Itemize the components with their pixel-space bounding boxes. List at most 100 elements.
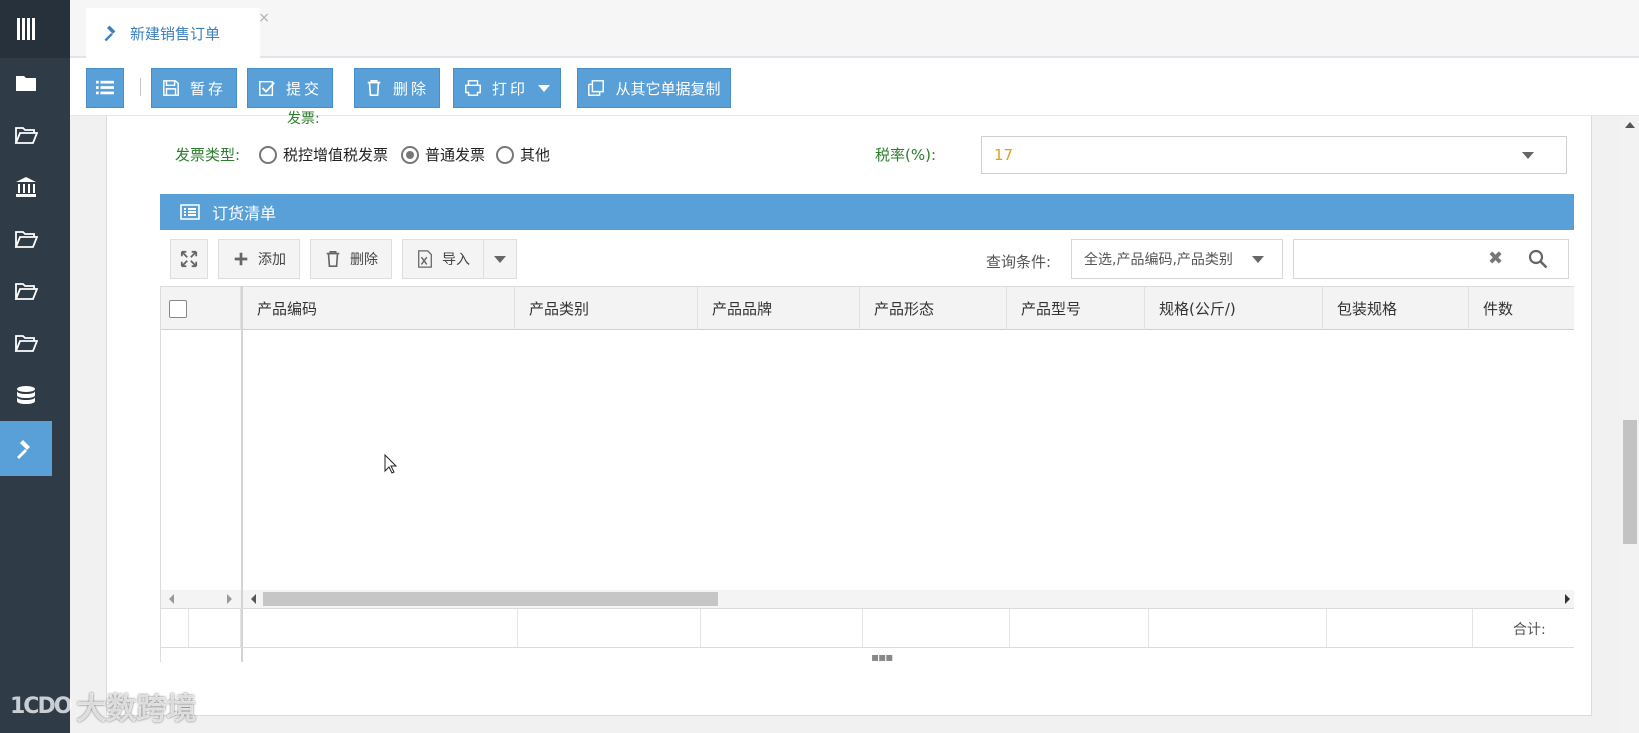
delete-button[interactable]: 删除 — [354, 68, 440, 108]
caret-down-icon — [1522, 152, 1534, 159]
order-list-header: 订货清单 — [160, 194, 1574, 230]
printer-icon — [465, 80, 481, 96]
page-vertical-scrollbar[interactable] — [1621, 116, 1639, 733]
column-header-product-model[interactable]: 产品型号 — [1007, 287, 1145, 330]
invoice-option-normal[interactable]: 普通发票 — [401, 144, 485, 165]
caret-down-icon — [494, 255, 506, 263]
toolbar-divider — [140, 78, 141, 96]
search-field: ✖ — [1293, 239, 1569, 279]
resize-grip-icon[interactable]: ▪▪▪ — [871, 650, 893, 662]
vertical-scroll-thumb[interactable] — [1623, 420, 1637, 544]
order-form-panel: 发票: 发票类型: 税控增值税发票 普通发票 其他 税率(%): 17 订货清单 — [106, 111, 1592, 716]
invoice-option-label: 其他 — [520, 146, 551, 164]
copy-icon — [588, 80, 605, 96]
close-icon[interactable]: × — [258, 10, 270, 26]
column-header-spec[interactable]: 规格(公斤/) — [1145, 287, 1323, 330]
order-items-table: 产品编码 产品类别 产品品牌 产品形态 产品型号 规格(公斤/) 包装规格 件数 — [160, 286, 1574, 662]
search-input[interactable] — [1294, 240, 1484, 278]
folder-open-icon[interactable] — [0, 107, 52, 162]
list-icon — [96, 80, 114, 95]
save-draft-button[interactable]: 暂存 — [151, 68, 237, 108]
column-header-product-category[interactable]: 产品类别 — [515, 287, 698, 330]
mouse-cursor-icon — [384, 454, 398, 474]
footer-cell — [518, 609, 701, 647]
table-footer: 合计: — [161, 608, 1574, 648]
query-condition-select[interactable]: 全选,产品编码,产品类别 — [1071, 239, 1283, 279]
horizontal-scroll-thumb[interactable] — [263, 592, 718, 606]
footer-cell — [189, 609, 241, 647]
import-label: 导入 — [442, 252, 470, 268]
delete-row-button[interactable]: 删除 — [310, 239, 392, 279]
select-all-checkbox[interactable] — [169, 299, 187, 318]
plus-icon — [234, 252, 248, 266]
invoice-option-vat[interactable]: 税控增值税发票 — [259, 144, 388, 165]
save-icon — [163, 80, 179, 96]
order-list-title: 订货清单 — [212, 204, 277, 223]
submit-label: 提交 — [285, 79, 322, 98]
expand-button[interactable] — [170, 239, 208, 279]
menu-toggle-icon[interactable] — [0, 0, 70, 58]
content-area: 发票: 发票类型: 税控增值税发票 普通发票 其他 税率(%): 17 订货清单 — [70, 111, 1621, 733]
copy-label: 从其它单据复制 — [615, 79, 721, 98]
radio-unchecked-icon — [259, 145, 277, 164]
horizontal-scrollbar-frozen[interactable] — [161, 590, 241, 608]
print-button[interactable]: 打印 — [453, 68, 561, 108]
trash-icon — [367, 79, 381, 97]
submit-button[interactable]: 提交 — [247, 68, 333, 108]
column-header-product-form[interactable]: 产品形态 — [860, 287, 1007, 330]
copy-from-doc-button[interactable]: 从其它单据复制 — [577, 68, 731, 108]
column-header-quantity[interactable]: 件数 — [1469, 287, 1574, 330]
query-condition-label: 查询条件: — [986, 253, 1052, 271]
footer-cell — [161, 609, 189, 647]
tab-new-sales-order[interactable]: 新建销售订单 × — [86, 8, 270, 58]
list-menu-button[interactable] — [86, 68, 124, 108]
left-nav-rail — [0, 0, 70, 733]
column-header-product-brand[interactable]: 产品品牌 — [698, 287, 860, 330]
column-header-product-code[interactable]: 产品编码 — [243, 287, 515, 330]
database-icon[interactable] — [0, 368, 52, 423]
clear-icon[interactable]: ✖ — [1488, 248, 1503, 269]
check-square-icon — [259, 80, 275, 96]
order-list-toolbar: 添加 删除 导入 查询条件: 全选,产品编码,产品类别 ✖ — [160, 230, 1574, 286]
excel-file-icon — [418, 250, 432, 268]
tax-rate-select[interactable]: 17 — [981, 136, 1567, 174]
invoice-label-cut: 发票: — [287, 111, 320, 127]
delete-row-label: 删除 — [350, 252, 378, 268]
footer-cell — [1010, 609, 1149, 647]
folder-icon[interactable] — [0, 55, 52, 110]
search-icon[interactable] — [1528, 249, 1548, 269]
invoice-option-label: 税控增值税发票 — [283, 146, 389, 164]
scroll-up-icon[interactable] — [1625, 122, 1635, 128]
tab-label: 新建销售订单 — [130, 24, 221, 43]
scroll-right-icon[interactable] — [227, 594, 232, 604]
import-dropdown-button[interactable] — [483, 239, 517, 279]
scroll-left-icon[interactable] — [251, 594, 256, 604]
folder-open-icon[interactable] — [0, 211, 52, 266]
select-all-cell — [161, 287, 241, 330]
invoice-type-label: 发票类型: — [175, 146, 241, 164]
footer-cell — [701, 609, 863, 647]
footer-cell — [1327, 609, 1473, 647]
add-row-button[interactable]: 添加 — [218, 239, 300, 279]
print-label: 打印 — [491, 79, 528, 98]
trash-icon — [326, 250, 340, 268]
delete-label: 删除 — [392, 79, 429, 98]
column-header-packaging[interactable]: 包装规格 — [1323, 287, 1469, 330]
folder-open-icon[interactable] — [0, 263, 52, 318]
watermark: 1CDO 大数跨境 — [10, 684, 196, 728]
watermark-logo: 1CDO — [10, 693, 72, 719]
scroll-left-icon[interactable] — [169, 594, 174, 604]
tab-bar: 新建销售订单 × — [70, 0, 1639, 58]
import-button[interactable]: 导入 — [402, 239, 484, 279]
scroll-right-icon[interactable] — [1565, 594, 1570, 604]
bank-icon[interactable] — [0, 159, 52, 214]
caret-down-icon — [1252, 256, 1264, 263]
invoice-option-other[interactable]: 其他 — [496, 144, 550, 165]
add-label: 添加 — [258, 252, 286, 268]
total-label: 合计: — [1513, 622, 1546, 638]
footer-cell — [243, 609, 518, 647]
gavel-icon[interactable] — [0, 421, 52, 476]
folder-open-icon[interactable] — [0, 315, 52, 370]
footer-cell — [1149, 609, 1327, 647]
horizontal-scrollbar[interactable] — [243, 590, 1574, 608]
